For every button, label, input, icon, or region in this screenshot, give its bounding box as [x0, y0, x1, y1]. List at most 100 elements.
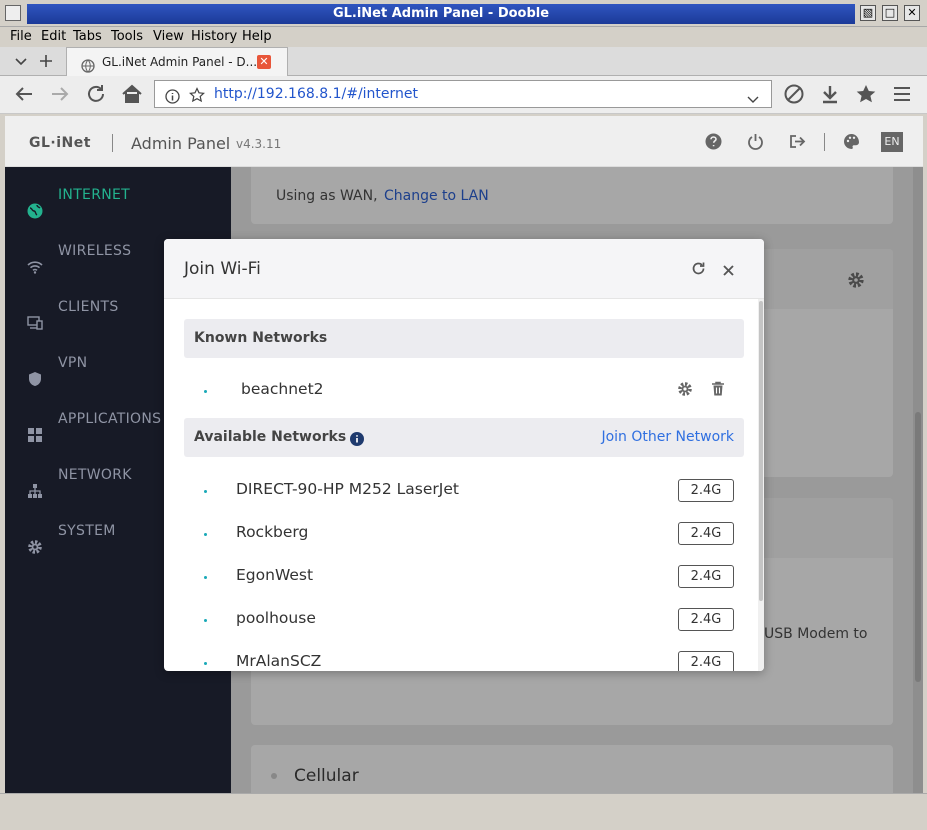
usb-modem-text: USB Modem to — [764, 626, 868, 642]
network-ssid: DIRECT-90-HP M252 LaserJet — [236, 480, 459, 498]
menu-bar: File Edit Tabs Tools View History Help — [0, 27, 927, 47]
gear-icon — [27, 523, 43, 554]
known-networks-header: Known Networks — [184, 319, 744, 358]
network-ssid: beachnet2 — [241, 380, 324, 398]
tab-close-icon[interactable]: ✕ — [257, 55, 271, 69]
site-info-icon[interactable] — [165, 87, 180, 113]
band-badge: 2.4G — [678, 608, 734, 631]
network-ssid: EgonWest — [236, 566, 314, 584]
status-bar — [0, 793, 927, 830]
page-scrollbar-thumb[interactable] — [915, 412, 921, 682]
available-networks-title: Available Networks — [194, 429, 347, 445]
language-selector[interactable]: EN — [881, 132, 903, 152]
forward-icon[interactable] — [48, 83, 72, 107]
signal-icon — [204, 576, 207, 579]
info-icon[interactable] — [350, 431, 364, 450]
menu-view[interactable]: View — [153, 27, 184, 47]
network-icon — [27, 467, 43, 498]
menu-edit[interactable]: Edit — [41, 27, 66, 47]
back-icon[interactable] — [12, 83, 36, 107]
known-network-row[interactable]: beachnet2 — [184, 368, 744, 411]
close-window-icon[interactable]: ✕ — [904, 5, 920, 21]
app-header: GL·iNet Admin Panel v4.3.11 EN — [5, 116, 923, 167]
globe-icon — [27, 187, 43, 219]
band-badge: 2.4G — [678, 479, 734, 502]
tab-strip: GL.iNet Admin Panel - D... ✕ — [0, 47, 927, 76]
header-icon-divider — [824, 133, 825, 151]
band-badge: 2.4G — [678, 651, 734, 671]
menu-tabs[interactable]: Tabs — [73, 27, 102, 47]
join-wifi-dialog: Join Wi-Fi Known Networks beachnet2 Avai… — [164, 239, 764, 671]
band-badge: 2.4G — [678, 522, 734, 545]
network-ssid: MrAlanSCZ — [236, 652, 322, 670]
reload-icon[interactable] — [84, 83, 108, 107]
available-network-row[interactable]: DIRECT-90-HP M252 LaserJet 2.4G — [184, 468, 744, 511]
power-icon[interactable] — [747, 133, 764, 154]
address-bar[interactable]: http://192.168.8.1/#/internet — [154, 80, 772, 108]
available-network-row[interactable]: Rockberg 2.4G — [184, 511, 744, 554]
card-settings-gear-icon[interactable] — [847, 271, 865, 293]
navigation-bar: http://192.168.8.1/#/internet — [0, 76, 927, 114]
maximize-window-icon[interactable]: □ — [882, 5, 898, 21]
menu-tools[interactable]: Tools — [111, 27, 143, 47]
change-to-lan-link[interactable]: Change to LAN — [384, 167, 489, 235]
url-dropdown-chevron-icon[interactable] — [747, 88, 759, 114]
hamburger-menu-icon[interactable] — [890, 83, 914, 107]
known-networks-title: Known Networks — [194, 330, 328, 346]
wifi-icon — [27, 243, 43, 274]
downloads-icon[interactable] — [818, 83, 842, 107]
dialog-title: Join Wi-Fi — [184, 259, 261, 279]
delete-trash-icon[interactable] — [711, 381, 725, 401]
bookmark-star-icon[interactable] — [189, 86, 205, 112]
refresh-icon[interactable] — [691, 261, 706, 280]
cellular-title: Cellular — [294, 766, 359, 786]
url-text[interactable]: http://192.168.8.1/#/internet — [214, 81, 418, 107]
tab-list-chevron-icon[interactable] — [14, 53, 28, 72]
signal-icon — [204, 390, 207, 393]
network-ssid: Rockberg — [236, 523, 309, 541]
band-badge: 2.4G — [678, 565, 734, 588]
available-network-row[interactable]: poolhouse 2.4G — [184, 597, 744, 640]
dialog-scrollbar[interactable] — [758, 299, 764, 671]
home-icon[interactable] — [120, 83, 144, 107]
window-titlebar: GL.iNet Admin Panel - Dooble ▧ □ ✕ — [0, 0, 927, 27]
logout-icon[interactable] — [789, 133, 806, 154]
block-icon[interactable] — [782, 83, 806, 107]
menu-history[interactable]: History — [191, 27, 237, 47]
window-title: GL.iNet Admin Panel - Dooble — [27, 4, 855, 24]
header-divider — [112, 134, 113, 152]
network-ssid: poolhouse — [236, 609, 316, 627]
signal-icon — [204, 619, 207, 622]
header-title: Admin Panel — [131, 134, 231, 153]
palette-icon[interactable] — [843, 133, 860, 154]
apps-icon — [27, 411, 43, 442]
new-tab-icon[interactable] — [39, 53, 53, 72]
close-icon[interactable] — [722, 262, 735, 281]
browser-tab[interactable]: GL.iNet Admin Panel - D... ✕ — [66, 47, 288, 76]
shield-icon — [27, 355, 43, 386]
signal-icon — [204, 662, 207, 665]
devices-icon — [27, 299, 43, 330]
dialog-header: Join Wi-Fi — [164, 239, 764, 299]
cellular-card: Cellular — [251, 745, 893, 793]
wan-status-text: Using as WAN, — [276, 188, 378, 204]
dialog-scrollbar-thumb[interactable] — [759, 301, 763, 601]
join-other-network-link[interactable]: Join Other Network — [601, 418, 734, 457]
menu-help[interactable]: Help — [242, 27, 272, 47]
sidebar-item-internet[interactable]: INTERNET — [5, 167, 231, 223]
window-menu-icon[interactable] — [5, 5, 21, 21]
help-icon[interactable] — [705, 133, 722, 154]
page-scrollbar[interactable] — [913, 167, 923, 793]
tab-title: GL.iNet Admin Panel - D... — [102, 55, 258, 69]
network-settings-gear-icon[interactable] — [677, 381, 693, 401]
available-networks-header: Available Networks Join Other Network — [184, 418, 744, 457]
menu-file[interactable]: File — [10, 27, 32, 47]
wan-card: Using as WAN, Change to LAN — [251, 167, 893, 224]
header-version: v4.3.11 — [236, 137, 282, 151]
available-network-row[interactable]: EgonWest 2.4G — [184, 554, 744, 597]
cellular-status-dot — [271, 773, 277, 779]
available-network-row[interactable]: MrAlanSCZ 2.4G — [184, 640, 744, 671]
brand-logo: GL·iNet — [29, 135, 91, 151]
shade-window-icon[interactable]: ▧ — [860, 5, 876, 21]
bookmarks-star-icon[interactable] — [854, 83, 878, 107]
